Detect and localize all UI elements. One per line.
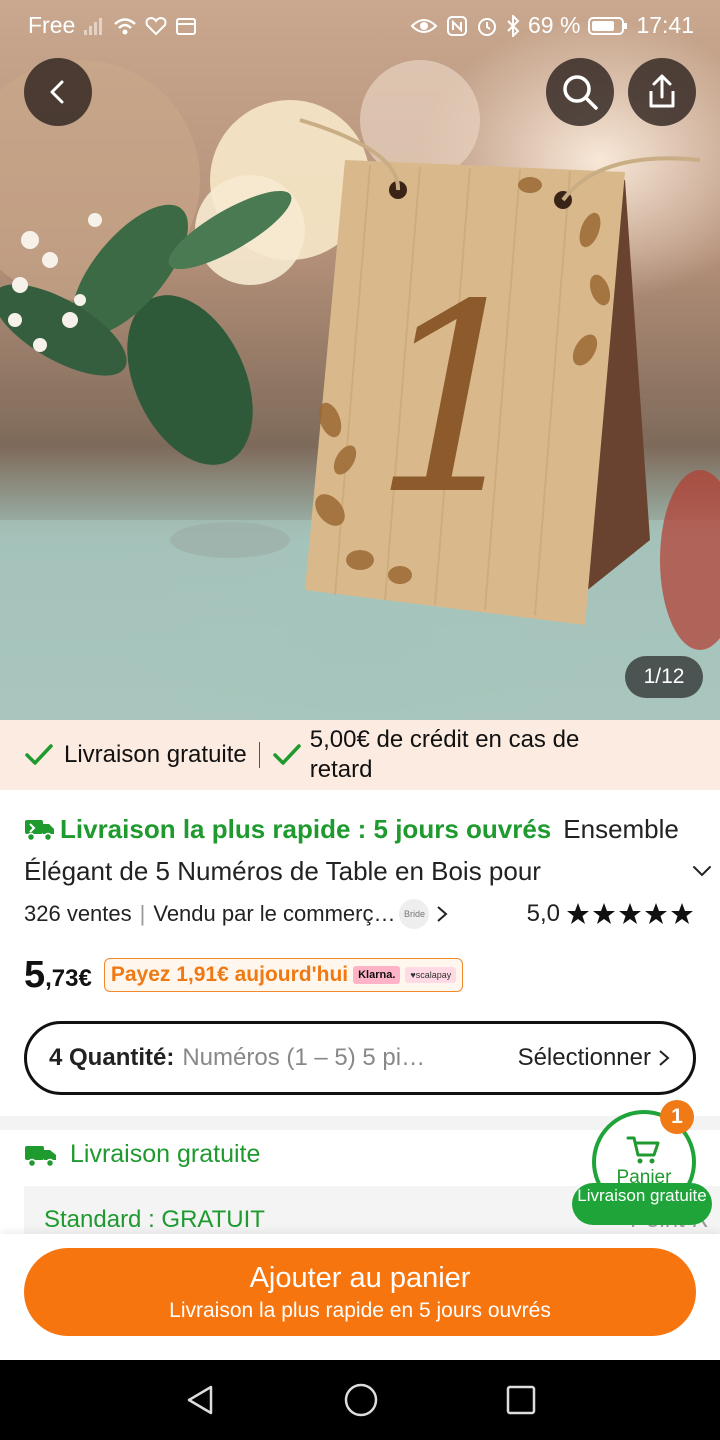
alarm-icon	[476, 15, 498, 37]
heart-icon	[145, 16, 167, 36]
price-integer: 5	[24, 953, 46, 996]
back-triangle-icon[interactable]	[183, 1383, 217, 1417]
add-to-cart-label: Ajouter au panier	[249, 1261, 471, 1294]
recents-square-icon[interactable]	[505, 1384, 537, 1416]
product-image-carousel[interactable]: 1 Free 69 % 17:41 1/12	[0, 0, 720, 720]
back-button[interactable]	[24, 58, 92, 126]
table-number-engraving: 1	[372, 250, 537, 552]
inbox-icon	[175, 16, 197, 36]
nfc-icon	[446, 15, 468, 37]
clock: 17:41	[636, 12, 694, 38]
sales-count: 326 ventes	[24, 901, 132, 926]
quantity-value: Numéros (1 – 5) 5 pi…	[182, 1044, 426, 1071]
pay-later-box[interactable]: Payez 1,91€ aujourd'hui Klarna. ♥scalapa…	[103, 958, 464, 992]
price-row: 5 ,73€ Payez 1,91€ aujourd'hui Klarna. ♥…	[24, 952, 464, 998]
shipping-section-title: Livraison gratuite	[24, 1140, 260, 1169]
rating-value: 5,0	[526, 900, 560, 927]
standard-shipping-text: Standard : GRATUIT	[44, 1206, 265, 1233]
seller-logo[interactable]: Bride	[399, 899, 430, 929]
bluetooth-icon	[506, 14, 520, 37]
status-bar: Free 69 % 17:41	[0, 0, 720, 50]
shipping-title-text: Livraison gratuite	[70, 1140, 261, 1168]
chevron-right-icon	[659, 1050, 670, 1066]
seller-link[interactable]: Vendu par le commerç…	[153, 901, 395, 927]
cart-icon	[626, 1136, 660, 1164]
promo-band: Livraison gratuite 5,00€ de crédit en ca…	[0, 720, 720, 790]
cart-count-badge: 1	[660, 1100, 694, 1134]
battery-percent: 69 %	[528, 12, 581, 38]
product-title-block[interactable]: Livraison la plus rapide : 5 jours ouvré…	[24, 808, 714, 892]
check-icon	[273, 744, 301, 765]
add-to-cart-sublabel: Livraison la plus rapide en 5 jours ouvr…	[169, 1298, 551, 1322]
battery-icon	[588, 15, 628, 37]
quantity-label: 4 Quantité:	[49, 1044, 175, 1071]
product-title-start: Ensemble	[563, 814, 679, 844]
late-credit-promo: 5,00€ de crédit en cas de retard	[272, 725, 640, 785]
promo-divider	[258, 742, 260, 768]
eye-icon	[410, 16, 438, 36]
delivery-truck-icon	[25, 1145, 56, 1167]
five-stars-icon	[567, 903, 693, 924]
meta-separator: |	[139, 901, 146, 926]
product-photo: 1	[0, 60, 720, 720]
delivery-truck-icon	[25, 820, 54, 842]
fast-delivery-label: Livraison la plus rapide : 5 jours ouvré…	[60, 814, 552, 844]
klarna-logo: Klarna.	[353, 966, 401, 984]
bottom-action-bar: Ajouter au panier Livraison la plus rapi…	[0, 1234, 720, 1360]
late-credit-text: 5,00€ de crédit en cas de retard	[309, 726, 580, 783]
carrier-label: Free	[28, 12, 76, 38]
add-to-cart-button[interactable]: Ajouter au panier Livraison la plus rapi…	[24, 1248, 696, 1336]
product-meta: 326 ventes | Vendu par le commerç… Bride…	[24, 895, 696, 933]
system-nav-bar	[0, 1360, 720, 1440]
price-decimal: ,73€	[45, 965, 92, 992]
check-icon	[25, 744, 53, 765]
image-counter: 1/12	[625, 656, 703, 698]
product-title-continued: Élégant de 5 Numéros de Table en Bois po…	[24, 856, 541, 886]
screen: 1 Free 69 % 17:41 1/12 Livraison gratuit…	[0, 0, 720, 1440]
search-icon	[563, 75, 598, 110]
chevron-right-icon[interactable]	[433, 903, 451, 925]
share-icon	[649, 74, 675, 108]
rating[interactable]: 5,0	[527, 900, 696, 928]
pay-today-text: Payez 1,91€ aujourd'hui	[110, 963, 349, 986]
cart-free-shipping-pill: Livraison gratuite	[572, 1183, 712, 1225]
chevron-left-icon	[50, 80, 64, 104]
select-label: Sélectionner	[517, 1044, 651, 1071]
chevron-down-icon[interactable]	[690, 859, 714, 883]
free-shipping-promo: Livraison gratuite	[24, 741, 247, 769]
scalapay-logo: ♥scalapay	[405, 967, 457, 983]
wifi-icon	[113, 16, 137, 36]
variant-selector[interactable]: 4 Quantité: Numéros (1 – 5) 5 pi… Sélect…	[24, 1021, 696, 1095]
select-button[interactable]: Sélectionner	[518, 1044, 671, 1072]
search-button[interactable]	[546, 58, 614, 126]
free-shipping-text: Livraison gratuite	[64, 741, 247, 768]
share-button[interactable]	[628, 58, 696, 126]
signal-icon	[83, 16, 105, 36]
home-circle-icon[interactable]	[343, 1382, 379, 1418]
